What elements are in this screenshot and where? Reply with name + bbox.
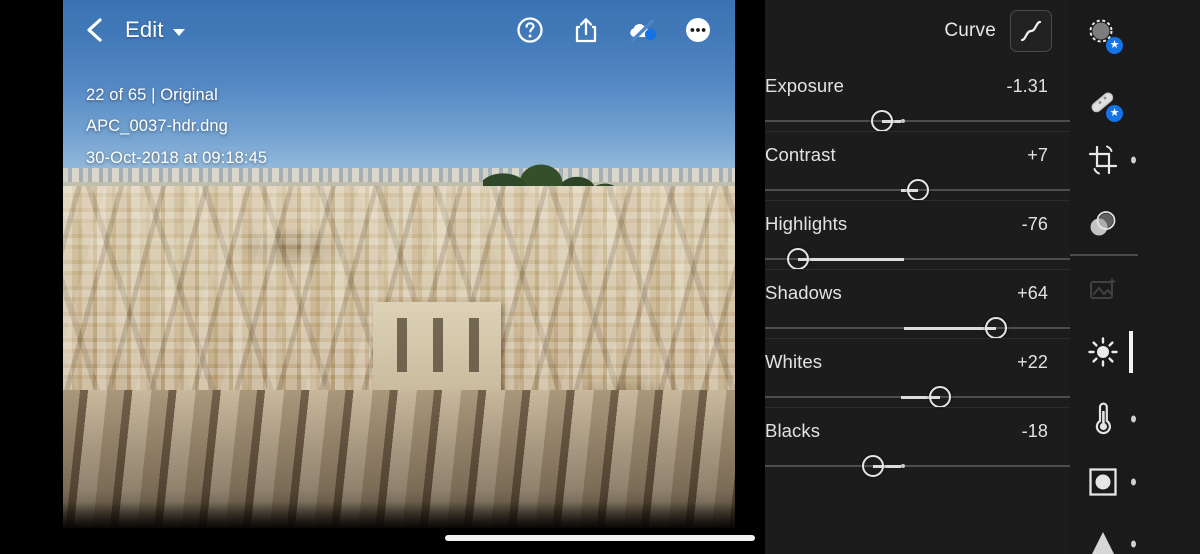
cloud-sync-off-icon[interactable] [627,15,657,45]
slider-track [765,465,1070,467]
topbar-icon-group [515,15,713,45]
slider-handle[interactable] [906,179,929,201]
slider-handle[interactable] [870,110,893,132]
slider-header: Shadows +64 [765,282,1070,304]
slider-value: -18 [1021,421,1048,441]
slider-row-highlights[interactable]: Highlights -76 [765,200,1070,270]
curve-label: Curve [944,20,996,41]
light-icon [1086,335,1120,369]
page-title: Edit [125,17,164,42]
more-options-icon[interactable] [683,15,713,45]
slider-track-area[interactable] [765,248,1070,270]
detail-icon [1086,527,1120,554]
slider-header: Blacks -18 [765,420,1070,442]
slider-label: Contrast [765,144,836,165]
rail-item-detail[interactable] [1070,516,1200,554]
slider-row-whites[interactable]: Whites +22 [765,338,1070,408]
photo-stage: Edit 22 of 65 | Original APC_0037-hdr.dn… [0,0,765,554]
selective-masking-icon: ★ [1086,17,1123,54]
slider-row-blacks[interactable]: Blacks -18 [765,407,1070,477]
slider-track-area[interactable] [765,455,1070,477]
chevron-down-icon[interactable] [172,28,185,36]
slider-track-area[interactable] [765,110,1070,132]
slider-handle[interactable] [929,386,952,408]
home-indicator[interactable] [445,535,755,541]
back-chevron-icon[interactable] [81,16,109,44]
slider-value: -1.31 [1006,76,1048,96]
photo-city-buildings [63,186,735,528]
rail-active-indicator [1129,331,1133,373]
slider-handle[interactable] [984,317,1007,339]
photo-palazzo [373,302,501,394]
lightroom-edit-screen: Edit 22 of 65 | Original APC_0037-hdr.dn… [0,0,1200,554]
photo-bottom-fade [63,502,735,528]
slider-list: Exposure -1.31 Contrast +7 Highlights -76 Shad… [765,62,1070,477]
slider-label: Shadows [765,282,842,303]
rail-item-lens-blur[interactable] [1070,196,1200,252]
slider-track [765,120,1070,122]
lens-blur-icon [1086,207,1120,241]
slider-header: Highlights -76 [765,213,1070,235]
slider-row-shadows[interactable]: Shadows +64 [765,269,1070,339]
presets-auto-icon [1086,273,1120,307]
slider-value: +7 [1027,145,1048,165]
slider-value: +64 [1017,283,1048,303]
slider-header: Contrast +7 [765,144,1070,166]
premium-star-badge: ★ [1106,105,1123,122]
slider-value: +22 [1017,352,1048,372]
rail-divider [1070,254,1138,256]
slider-handle[interactable] [787,248,810,270]
slider-row-contrast[interactable]: Contrast +7 [765,131,1070,201]
rail-edited-dot [1131,156,1136,164]
help-icon[interactable] [515,15,545,45]
curve-row: Curve [765,0,1070,62]
rail-item-presets[interactable] [1070,262,1200,318]
slider-label: Whites [765,351,823,372]
healing-brush-icon: ★ [1086,85,1123,122]
rail-edited-dot [1131,415,1136,423]
tone-curve-icon[interactable] [1010,10,1052,52]
slider-fill [904,326,996,330]
share-icon[interactable] [571,15,601,45]
photo-top-bar: Edit [63,0,735,60]
slider-value: -76 [1021,214,1048,234]
slider-track-area[interactable] [765,317,1070,339]
premium-star-badge: ★ [1106,37,1123,54]
slider-handle[interactable] [862,455,885,477]
rail-item-masking[interactable]: ★ [1070,6,1200,62]
tool-rail: ★ ★ [1070,0,1200,554]
photo-capture-date: 30-Oct-2018 at 09:18:45 [86,148,268,167]
rail-item-healing[interactable]: ★ [1070,74,1200,130]
rail-edited-dot [1131,540,1136,548]
slider-track-area[interactable] [765,386,1070,408]
slider-fill [798,257,904,261]
color-icon [1086,402,1120,436]
photo-filename: APC_0037-hdr.dng [86,117,228,136]
slider-label: Highlights [765,213,848,234]
rail-item-color[interactable] [1070,391,1200,447]
photo-info-overlay: 22 of 65 | Original APC_0037-hdr.dng 30-… [86,80,267,174]
rail-item-effects[interactable] [1070,454,1200,510]
slider-row-exposure[interactable]: Exposure -1.31 [765,62,1070,132]
light-edit-panel: Curve Exposure -1.31 Contrast +7 Highlights -… [765,0,1070,554]
slider-header: Exposure -1.31 [765,75,1070,97]
crop-rotate-icon [1086,143,1120,177]
slider-label: Blacks [765,420,821,441]
slider-track-area[interactable] [765,179,1070,201]
effects-icon [1086,465,1120,499]
slider-label: Exposure [765,75,844,96]
slider-zero-marker [901,463,906,468]
rail-item-crop[interactable] [1070,132,1200,188]
rail-edited-dot [1131,478,1136,486]
slider-zero-marker [901,118,906,123]
photo-counter: 22 of 65 | Original [86,86,218,104]
slider-header: Whites +22 [765,351,1070,373]
rail-item-light[interactable] [1070,324,1200,380]
